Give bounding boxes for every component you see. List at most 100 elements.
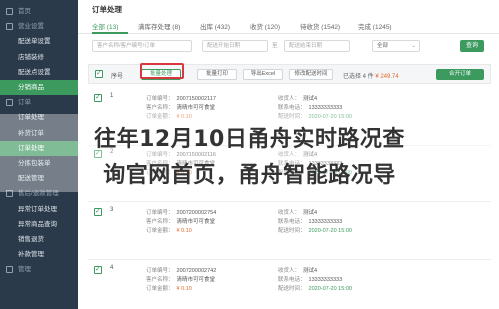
order-row[interactable]: 4订单编号：2007200002742客户名称：清晴市可可食堂订单金额：¥ 0.… — [88, 262, 491, 309]
phone: 联系电话： 13333333333 — [278, 103, 342, 111]
page-title: 订单处理 — [92, 5, 122, 14]
sidebar-item-label: 异常商品查询 — [18, 220, 57, 228]
tab-pending[interactable]: 待收货 (1542) — [300, 21, 340, 31]
sidebar-item[interactable]: 管理 — [0, 262, 78, 277]
sidebar-item[interactable]: 店铺装修 — [0, 50, 78, 65]
amount: 订单金额： ¥ 0.10 — [146, 226, 192, 234]
status-select-value: 全部 — [377, 43, 389, 49]
sidebar-item[interactable]: 首页 — [0, 4, 78, 19]
tab-receive[interactable]: 收货 (120) — [250, 21, 280, 31]
phone: 联系电话： 13333333333 — [278, 217, 342, 225]
selected-info: 已选择 4 件 ¥ 249.74 — [343, 71, 399, 80]
start-date-input[interactable]: 配送开始日期 — [202, 40, 268, 52]
order-checkbox[interactable] — [94, 207, 102, 216]
status-select[interactable]: 全部 ⌄ — [372, 40, 420, 52]
amount-value: ¥ 0.10 — [176, 228, 192, 234]
phone: 联系电话： 13333333333 — [278, 275, 342, 283]
section-icon — [6, 8, 13, 15]
tab-stock[interactable]: 满库存处理 (8) — [138, 21, 180, 31]
order-tabs: 全部 (13) 满库存处理 (8) 出库 (432) 收货 (120) 待收货 … — [78, 18, 499, 34]
order-no: 订单编号： 2007200002754 — [146, 208, 216, 216]
order-row[interactable]: 3 订单编号：2007200002754客户名称：清晴市可可食堂订单金额：¥ 0.… — [88, 204, 491, 260]
customer: 客户名称： 清晴市可可食堂 — [146, 103, 215, 111]
amount-label: 订单金额： — [146, 228, 174, 234]
headline-line-1: 往年12月10日甬舟实时路况查 — [94, 127, 405, 152]
selected-amount: ¥ 249.74 — [375, 74, 399, 80]
delivery-time: 配送时间： 2020-07-20 15:00 — [278, 226, 352, 234]
delivery-time-label: 配送时间： — [278, 228, 306, 234]
search-button[interactable]: 查询 — [460, 40, 484, 52]
sidebar-item[interactable]: 分销商品 — [0, 80, 78, 95]
date-range-separator: 至 — [272, 43, 278, 49]
modify-delivery-time-button[interactable]: 修改配送时间 — [289, 69, 333, 80]
delivery-time-value: 2020-07-20 15:00 — [308, 286, 352, 292]
phone-value: 13333333333 — [308, 105, 343, 111]
order-no: 订单编号： 2007200002742 — [146, 266, 216, 274]
customer-search-input[interactable]: 客户名称/客户编号/订单 — [92, 40, 192, 52]
receiver-value: 测试4 — [303, 268, 318, 274]
customer: 客户名称： 清晴市可可食堂 — [146, 217, 215, 225]
tab-outbound[interactable]: 出库 (432) — [200, 21, 230, 31]
sidebar-item-label: 异常订单处理 — [18, 205, 57, 213]
sidebar-item[interactable]: 营业设置 — [0, 19, 78, 34]
sidebar-item-label: 营业设置 — [18, 23, 44, 31]
sidebar-item-label: 补款管理 — [18, 251, 44, 259]
amount-value: ¥ 0.10 — [176, 286, 192, 292]
end-date-input[interactable]: 配送结束日期 — [284, 40, 350, 52]
chevron-down-icon: ⌄ — [411, 43, 416, 49]
sidebar-item-label: 首页 — [18, 8, 31, 15]
receiver-label: 收货人： — [278, 210, 301, 216]
sidebar-item-label: 销售退货 — [18, 236, 44, 243]
customer-value: 清晴市可可食堂 — [176, 219, 216, 225]
order-index: 3 — [110, 207, 114, 213]
order-no-label: 订单编号： — [146, 210, 174, 216]
tab-complete[interactable]: 完成 (1245) — [358, 21, 392, 31]
filter-bar: 客户名称/客户编号/订单 配送开始日期 至 配送结束日期 全部 ⌄ 查询 — [78, 40, 499, 54]
tab-all[interactable]: 全部 (13) — [92, 21, 118, 31]
customer-label: 客户名称： — [146, 105, 174, 111]
phone-label: 联系电话： — [278, 105, 306, 111]
sidebar-item[interactable]: 订单 — [0, 95, 78, 110]
order-no: 订单编号： 2007150002117 — [146, 94, 216, 102]
sidebar-item[interactable]: 补款管理 — [0, 247, 78, 262]
customer-value: 清晴市可可食堂 — [176, 277, 216, 283]
receiver: 收货人： 测试4 — [278, 208, 317, 216]
receiver-label: 收货人： — [278, 268, 301, 274]
index-header: 序号 — [111, 74, 124, 80]
order-checkbox[interactable] — [94, 265, 102, 274]
sidebar-item[interactable]: 配送点设置 — [0, 65, 78, 80]
export-excel-button[interactable]: 导出Excel — [243, 69, 283, 80]
sidebar-item-label: 配送单设置 — [18, 38, 51, 46]
select-all-checkbox[interactable] — [95, 69, 103, 78]
section-icon — [6, 23, 13, 31]
section-icon — [6, 266, 13, 274]
customer-value: 清晴市可可食堂 — [176, 105, 216, 111]
order-checkbox[interactable] — [94, 93, 102, 102]
phone-value: 13333333333 — [308, 219, 343, 225]
sidebar-item-label: 配送点设置 — [18, 68, 51, 76]
phone-value: 13333333333 — [308, 277, 343, 283]
sidebar-item-label: 分销商品 — [18, 84, 44, 91]
sidebar-item-label: 管理 — [18, 266, 31, 274]
phone-label: 联系电话： — [278, 219, 306, 225]
sidebar-item[interactable]: 销售退货 — [0, 232, 78, 247]
receiver-value: 测试4 — [303, 210, 318, 216]
customer: 客户名称： 清晴市可可食堂 — [146, 275, 215, 283]
active-tab-indicator — [92, 32, 128, 34]
sidebar-item[interactable]: 配送单设置 — [0, 34, 78, 49]
sidebar-item[interactable]: 异常订单处理 — [0, 202, 78, 217]
phone-label: 联系电话： — [278, 277, 306, 283]
sidebar-item[interactable]: 异常商品查询 — [0, 217, 78, 232]
receiver-value: 测试4 — [303, 96, 318, 102]
amount: 订单金额： ¥ 0.10 — [146, 284, 192, 292]
sidebar-item-label: 店铺装修 — [18, 53, 44, 61]
customer-label: 客户名称： — [146, 277, 174, 283]
order-no-value: 2007150002117 — [176, 96, 216, 102]
batch-print-button[interactable]: 批量打印 — [197, 69, 237, 80]
merge-orders-button[interactable]: 合开订单 — [436, 69, 484, 80]
delivery-time: 配送时间： 2020-07-20 15:00 — [278, 284, 352, 292]
sidebar-item-label: 订单 — [18, 99, 31, 107]
delivery-time-value: 2020-07-20 15:00 — [308, 228, 352, 234]
order-index: 1 — [110, 93, 114, 99]
order-no-value: 2007200002754 — [176, 210, 217, 216]
